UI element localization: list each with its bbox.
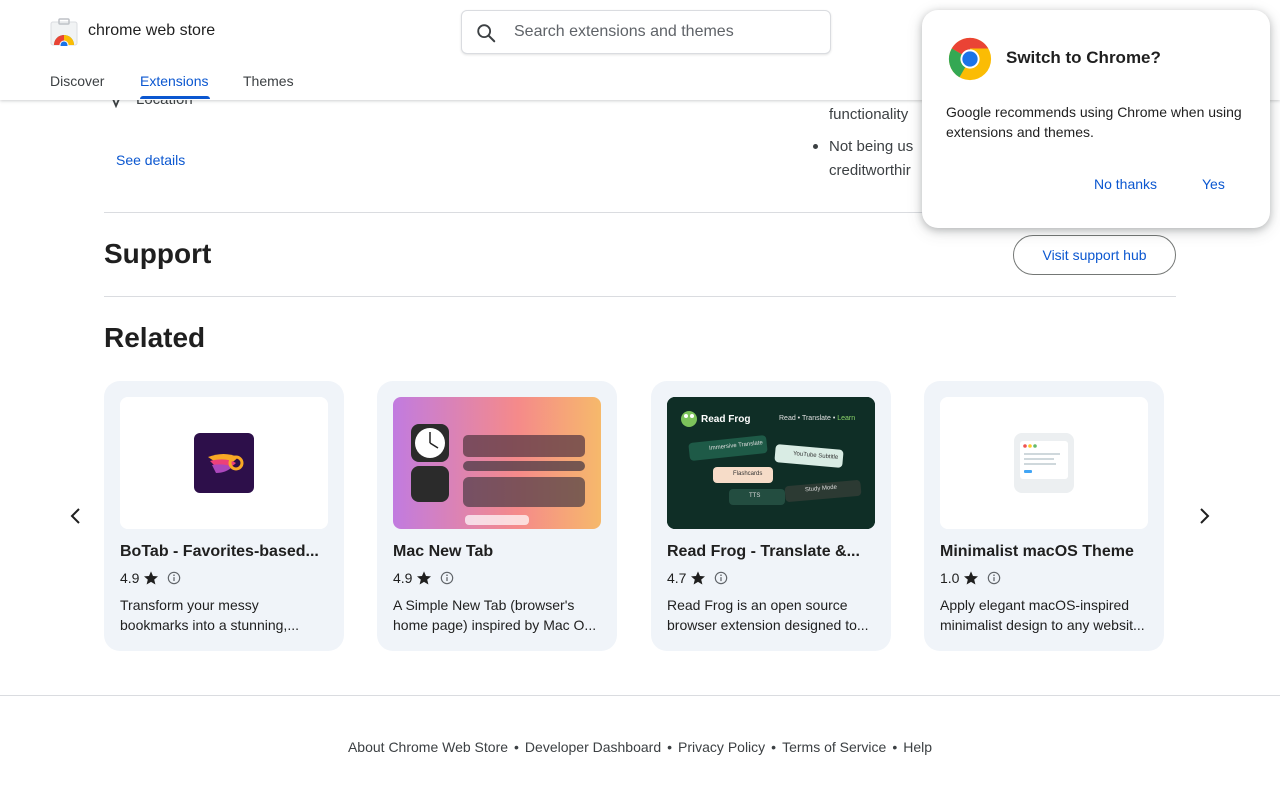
mac-new-tab-screenshot-icon bbox=[393, 397, 601, 529]
disclosure-text-credit: creditworthir bbox=[829, 162, 911, 179]
card-rating: 4.9 bbox=[393, 570, 454, 586]
star-icon bbox=[417, 571, 432, 585]
footer-link-about[interactable]: About Chrome Web Store bbox=[348, 739, 508, 755]
star-icon bbox=[691, 571, 706, 585]
info-icon[interactable] bbox=[167, 571, 181, 585]
footer-separator: • bbox=[514, 739, 519, 755]
disclosure-text-functionality: functionality bbox=[829, 106, 909, 123]
card-description: A Simple New Tab (browser's home page) i… bbox=[393, 597, 597, 633]
thumb-chip-text: Flashcards bbox=[733, 471, 763, 477]
search-icon bbox=[477, 24, 496, 43]
active-tab-indicator bbox=[140, 96, 210, 99]
minimalist-macos-logo-icon bbox=[940, 397, 1148, 529]
card-title: Mac New Tab bbox=[393, 543, 494, 560]
info-icon[interactable] bbox=[714, 571, 728, 585]
related-card-read-frog[interactable]: Read Frog Read • Translate • Learn Immer… bbox=[651, 381, 891, 651]
info-icon[interactable] bbox=[440, 571, 454, 585]
thumb-tagline: Read • Translate • Learn bbox=[779, 415, 855, 422]
list-bullet bbox=[813, 144, 818, 149]
star-icon bbox=[144, 571, 159, 585]
footer-link-help[interactable]: Help bbox=[903, 739, 932, 755]
thumb-tagline-main: Read • Translate • bbox=[779, 415, 836, 422]
card-thumbnail bbox=[120, 397, 328, 529]
footer-link-terms-of-service[interactable]: Terms of Service bbox=[782, 739, 886, 755]
thumb-tagline-accent: Learn bbox=[837, 415, 856, 422]
search-box[interactable] bbox=[461, 10, 831, 54]
footer-separator: • bbox=[667, 739, 673, 755]
card-rating: 4.9 bbox=[120, 570, 181, 586]
botab-logo-icon bbox=[120, 397, 328, 529]
card-title: Read Frog - Translate &... bbox=[667, 543, 860, 560]
see-details-link[interactable]: See details bbox=[116, 152, 185, 168]
tab-discover[interactable]: Discover bbox=[50, 73, 104, 89]
carousel-prev-chevron-icon[interactable] bbox=[63, 503, 89, 529]
rating-value: 4.9 bbox=[393, 570, 413, 586]
info-icon[interactable] bbox=[987, 571, 1001, 585]
thumb-chip-text: TTS bbox=[749, 493, 761, 499]
card-thumbnail bbox=[940, 397, 1148, 529]
star-icon bbox=[964, 571, 979, 585]
tab-themes[interactable]: Themes bbox=[243, 73, 294, 89]
support-heading: Support bbox=[104, 238, 212, 269]
footer-separator: • bbox=[771, 739, 777, 755]
yes-button[interactable]: Yes bbox=[1202, 176, 1225, 192]
card-rating: 1.0 bbox=[940, 570, 1001, 586]
related-card-botab[interactable]: BoTab - Favorites-based... 4.9 Transform… bbox=[104, 381, 344, 651]
card-rating: 4.7 bbox=[667, 570, 728, 586]
dialog-title: Switch to Chrome? bbox=[1006, 48, 1161, 67]
card-title: Minimalist macOS Theme bbox=[940, 543, 1134, 560]
chrome-web-store-logo-icon[interactable] bbox=[50, 18, 78, 46]
card-title: BoTab - Favorites-based... bbox=[120, 543, 319, 560]
footer-separator: • bbox=[892, 739, 898, 755]
section-divider bbox=[104, 296, 1176, 297]
chrome-logo-icon bbox=[948, 37, 992, 81]
related-card-mac-new-tab[interactable]: Mac New Tab 4.9 A Simple New Tab (browse… bbox=[377, 381, 617, 651]
tab-extensions[interactable]: Extensions bbox=[140, 73, 208, 89]
no-thanks-button[interactable]: No thanks bbox=[1094, 176, 1157, 192]
rating-value: 4.7 bbox=[667, 570, 687, 586]
thumb-brand-text: Read Frog bbox=[701, 414, 751, 425]
related-heading: Related bbox=[104, 322, 206, 353]
dialog-body: Google recommends using Chrome when usin… bbox=[946, 104, 1242, 140]
footer-link-developer-dashboard[interactable]: Developer Dashboard bbox=[525, 739, 661, 755]
related-card-minimalist-macos-theme[interactable]: Minimalist macOS Theme 1.0 Apply elegant… bbox=[924, 381, 1164, 651]
visit-support-hub-button[interactable]: Visit support hub bbox=[1013, 235, 1176, 275]
switch-to-chrome-dialog: Switch to Chrome? Google recommends usin… bbox=[922, 10, 1270, 228]
carousel-next-chevron-icon[interactable] bbox=[1191, 503, 1217, 529]
footer-divider bbox=[0, 695, 1280, 696]
rating-value: 4.9 bbox=[120, 570, 140, 586]
card-description: Read Frog is an open source browser exte… bbox=[667, 597, 869, 633]
search-input[interactable] bbox=[514, 11, 814, 53]
card-thumbnail: Read Frog Read • Translate • Learn Immer… bbox=[667, 397, 875, 529]
disclosure-text-not-being: Not being us bbox=[829, 138, 914, 155]
card-thumbnail bbox=[393, 397, 601, 529]
brand-name[interactable]: chrome web store bbox=[88, 22, 215, 40]
footer-links: About Chrome Web Store • Developer Dashboa… bbox=[0, 739, 1280, 755]
rating-value: 1.0 bbox=[940, 570, 960, 586]
card-description: Apply elegant macOS-inspired minimalist … bbox=[940, 597, 1145, 633]
footer-link-privacy-policy[interactable]: Privacy Policy bbox=[678, 739, 765, 755]
card-description: Transform your messy bookmarks into a st… bbox=[120, 597, 299, 633]
